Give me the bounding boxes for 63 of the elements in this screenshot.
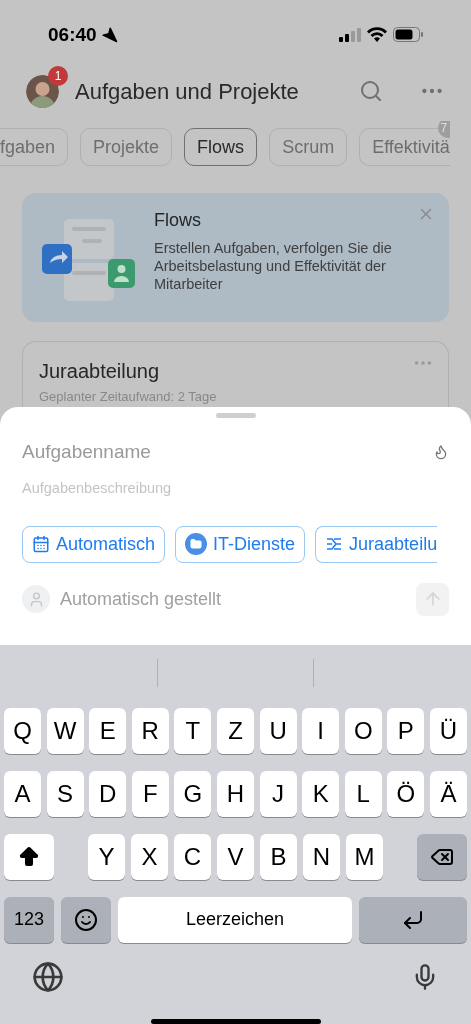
keyboard-key[interactable]: P [387,708,425,754]
search-icon[interactable] [359,79,383,104]
page-title: Aufgaben und Projekte [75,77,300,106]
keyboard-key[interactable]: X [131,834,168,880]
count-badge: 7 [437,121,450,139]
keyboard-key[interactable]: H [216,771,254,817]
return-icon [401,908,425,932]
banner-text: Erstellen Aufgaben, verfolgen Sie die Arbeitsbelastung und Effektivität der Mitarbeiter [154,238,393,293]
keyboard-key[interactable]: Ö [387,771,425,817]
wifi-icon [367,27,387,43]
card-title: Juraabteilung [39,359,160,385]
keyboard-key[interactable]: N [303,834,340,880]
keyboard-key[interactable]: Ä [429,771,467,817]
keyboard-key[interactable]: M [346,834,383,880]
keyboard-key[interactable]: A [4,771,41,817]
calendar-icon [32,535,50,554]
keyboard-key[interactable]: V [217,834,254,880]
assignee-label: Automatisch gestellt [60,587,223,611]
globe-icon[interactable] [32,961,64,993]
battery-icon [393,27,423,43]
keyboard-key[interactable]: L [344,771,382,817]
flame-icon[interactable] [433,443,449,460]
option-chip[interactable]: Automatisch [22,525,166,563]
keyboard-key[interactable]: S [46,771,84,817]
option-chip[interactable]: IT-Dienste [175,525,306,563]
drag-handle[interactable] [215,412,256,418]
keyboard-key[interactable]: B [260,834,297,880]
delete-key[interactable] [417,834,467,880]
keyboard-key[interactable]: W [46,708,84,754]
keyboard-key[interactable]: J [259,771,297,817]
keyboard-key[interactable]: Q [4,708,41,754]
task-name-field[interactable]: Aufgabenname [22,437,433,467]
keyboard-key[interactable]: Ü [429,708,467,754]
keyboard-key[interactable]: R [131,708,169,754]
keyboard-key[interactable]: U [259,708,297,754]
keyboard-key[interactable]: Y [88,834,125,880]
keyboard-key[interactable]: D [89,771,127,817]
option-chip[interactable]: Juraabteilu [315,525,438,563]
keyboard-key[interactable]: E [89,708,127,754]
keyboard-key[interactable]: C [174,834,211,880]
emoji-icon [74,908,98,932]
task-description-field[interactable]: Aufgabenbeschreibung [22,478,449,500]
numbers-key[interactable]: 123 [4,897,54,943]
folder-icon [185,533,208,556]
card-subtitle: Geplanter Zeitaufwand: 2 Tage [39,388,218,407]
signal-icon [339,27,361,42]
keyboard-key[interactable]: K [302,771,340,817]
filter-tab[interactable]: Flows [184,128,258,167]
keyboard-key[interactable]: O [344,708,382,754]
location-icon [100,26,118,44]
keyboard-key[interactable]: G [174,771,212,817]
user-icon [22,585,50,614]
keyboard-key[interactable]: T [174,708,212,754]
keyboard-key[interactable]: Z [216,708,254,754]
status-time: 06:40 [48,22,97,47]
shift-key[interactable] [4,834,54,880]
keyboard-key[interactable]: F [131,771,169,817]
emoji-key[interactable] [61,897,111,943]
notification-badge: 1 [48,65,68,86]
keyboard-key[interactable]: I [302,708,340,754]
space-key[interactable]: Leerzeichen [118,897,352,943]
shift-icon [17,845,41,869]
banner-title: Flows [154,208,201,232]
